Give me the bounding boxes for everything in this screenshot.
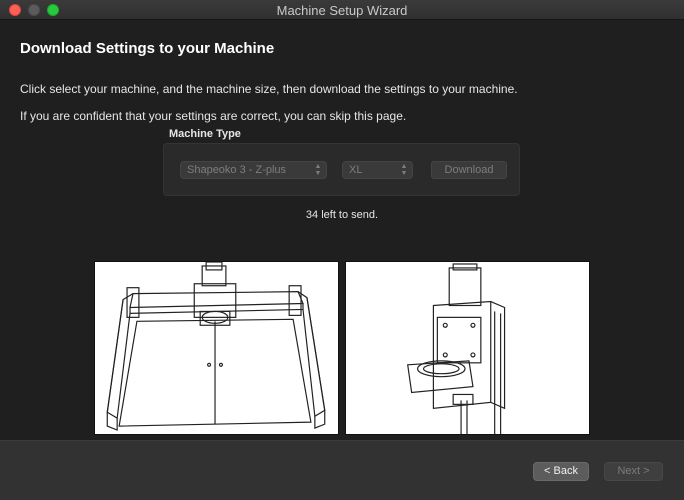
size-select-value: XL (349, 164, 363, 176)
next-button[interactable]: Next > (604, 462, 663, 481)
machine-select-value: Shapeoko 3 - Z-plus (187, 164, 287, 176)
instruction-text: Click select your machine, and the machi… (20, 82, 518, 96)
page-title: Download Settings to your Machine (20, 40, 275, 57)
skip-hint-text: If you are confident that your settings … (20, 109, 407, 123)
download-button[interactable]: Download (431, 161, 507, 179)
wizard-page: Download Settings to your Machine Click … (0, 21, 684, 440)
chevron-updown-icon: ▲ ▼ (400, 163, 408, 177)
machine-type-label: Machine Type (169, 128, 241, 140)
title-bar: Machine Setup Wizard (0, 0, 684, 20)
machine-frame-image (94, 261, 339, 435)
z-plus-axis-image (345, 261, 590, 435)
window-title: Machine Setup Wizard (276, 3, 408, 18)
z-plus-axis-drawing (407, 263, 506, 434)
back-button[interactable]: < Back (533, 462, 589, 481)
chevron-updown-icon: ▲ ▼ (314, 163, 322, 177)
machine-select[interactable]: Shapeoko 3 - Z-plus ▲ ▼ (180, 161, 327, 179)
wizard-footer: < Back Next > (0, 440, 684, 500)
machine-frame-drawing (106, 262, 326, 431)
machine-type-group: Shapeoko 3 - Z-plus ▲ ▼ XL ▲ ▼ Download (163, 143, 520, 196)
size-select[interactable]: XL ▲ ▼ (342, 161, 413, 179)
status-text: 34 left to send. (305, 209, 379, 221)
